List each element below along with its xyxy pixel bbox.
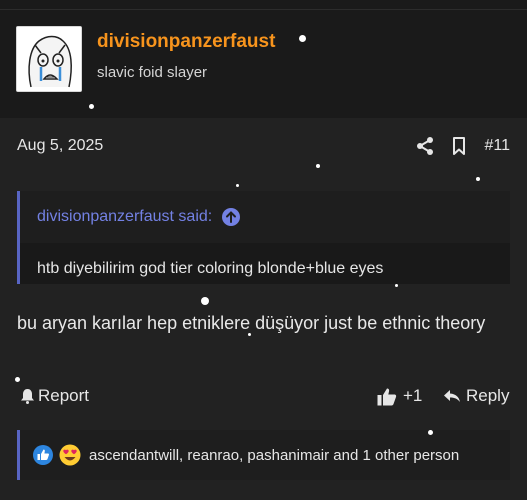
post-body: bu aryan karılar hep etniklere düşüyor j… — [17, 313, 486, 333]
bell-icon — [21, 389, 34, 404]
snow-dot — [428, 430, 433, 435]
reply-arrow-icon — [444, 390, 460, 402]
snow-dot — [299, 35, 306, 42]
snow-dot — [236, 184, 239, 187]
quote-text: htb diyebilirim god tier coloring blonde… — [37, 260, 384, 277]
arrow-up-circle-icon[interactable] — [222, 208, 241, 226]
thumbs-up-icon — [377, 388, 397, 405]
reactions-bar[interactable]: ascendantwill, reanrao, pashanimair and … — [17, 430, 510, 480]
reaction-users[interactable]: ascendantwill, reanrao, pashanimair and … — [89, 447, 459, 464]
snow-dot — [15, 377, 20, 382]
reply-label: Reply — [466, 386, 510, 405]
username[interactable]: divisionpanzerfaust — [97, 31, 275, 53]
user-header: divisionpanzerfaust slavic foid slayer — [0, 10, 527, 118]
post: Aug 5, 2025 #11 divisionpanzerfaust said… — [0, 118, 527, 500]
heart-eyes-icon — [59, 444, 81, 466]
post-date[interactable]: Aug 5, 2025 — [17, 137, 103, 155]
like-icon — [33, 445, 53, 465]
like-button[interactable]: +1 — [377, 386, 422, 406]
reply-button[interactable]: Reply — [443, 386, 509, 406]
snow-dot — [395, 284, 398, 287]
bookmark-icon[interactable] — [452, 137, 466, 155]
snow-dot — [248, 333, 251, 336]
like-count: +1 — [403, 386, 423, 405]
quote-block: divisionpanzerfaust said: htb diyebiliri… — [17, 191, 510, 284]
snow-dot — [476, 177, 480, 181]
quote-header: divisionpanzerfaust said: — [20, 191, 510, 243]
quote-author[interactable]: divisionpanzerfaust said: — [37, 208, 212, 226]
post-actions: #11 — [416, 134, 510, 158]
snow-dot — [89, 104, 94, 109]
snow-dot — [316, 164, 320, 168]
user-title: slavic foid slayer — [97, 64, 208, 81]
snow-dot — [201, 297, 209, 305]
share-icon[interactable] — [416, 136, 434, 156]
report-button[interactable]: Report — [20, 386, 89, 406]
post-number[interactable]: #11 — [484, 137, 510, 155]
report-label: Report — [38, 386, 90, 405]
avatar[interactable] — [16, 26, 82, 92]
